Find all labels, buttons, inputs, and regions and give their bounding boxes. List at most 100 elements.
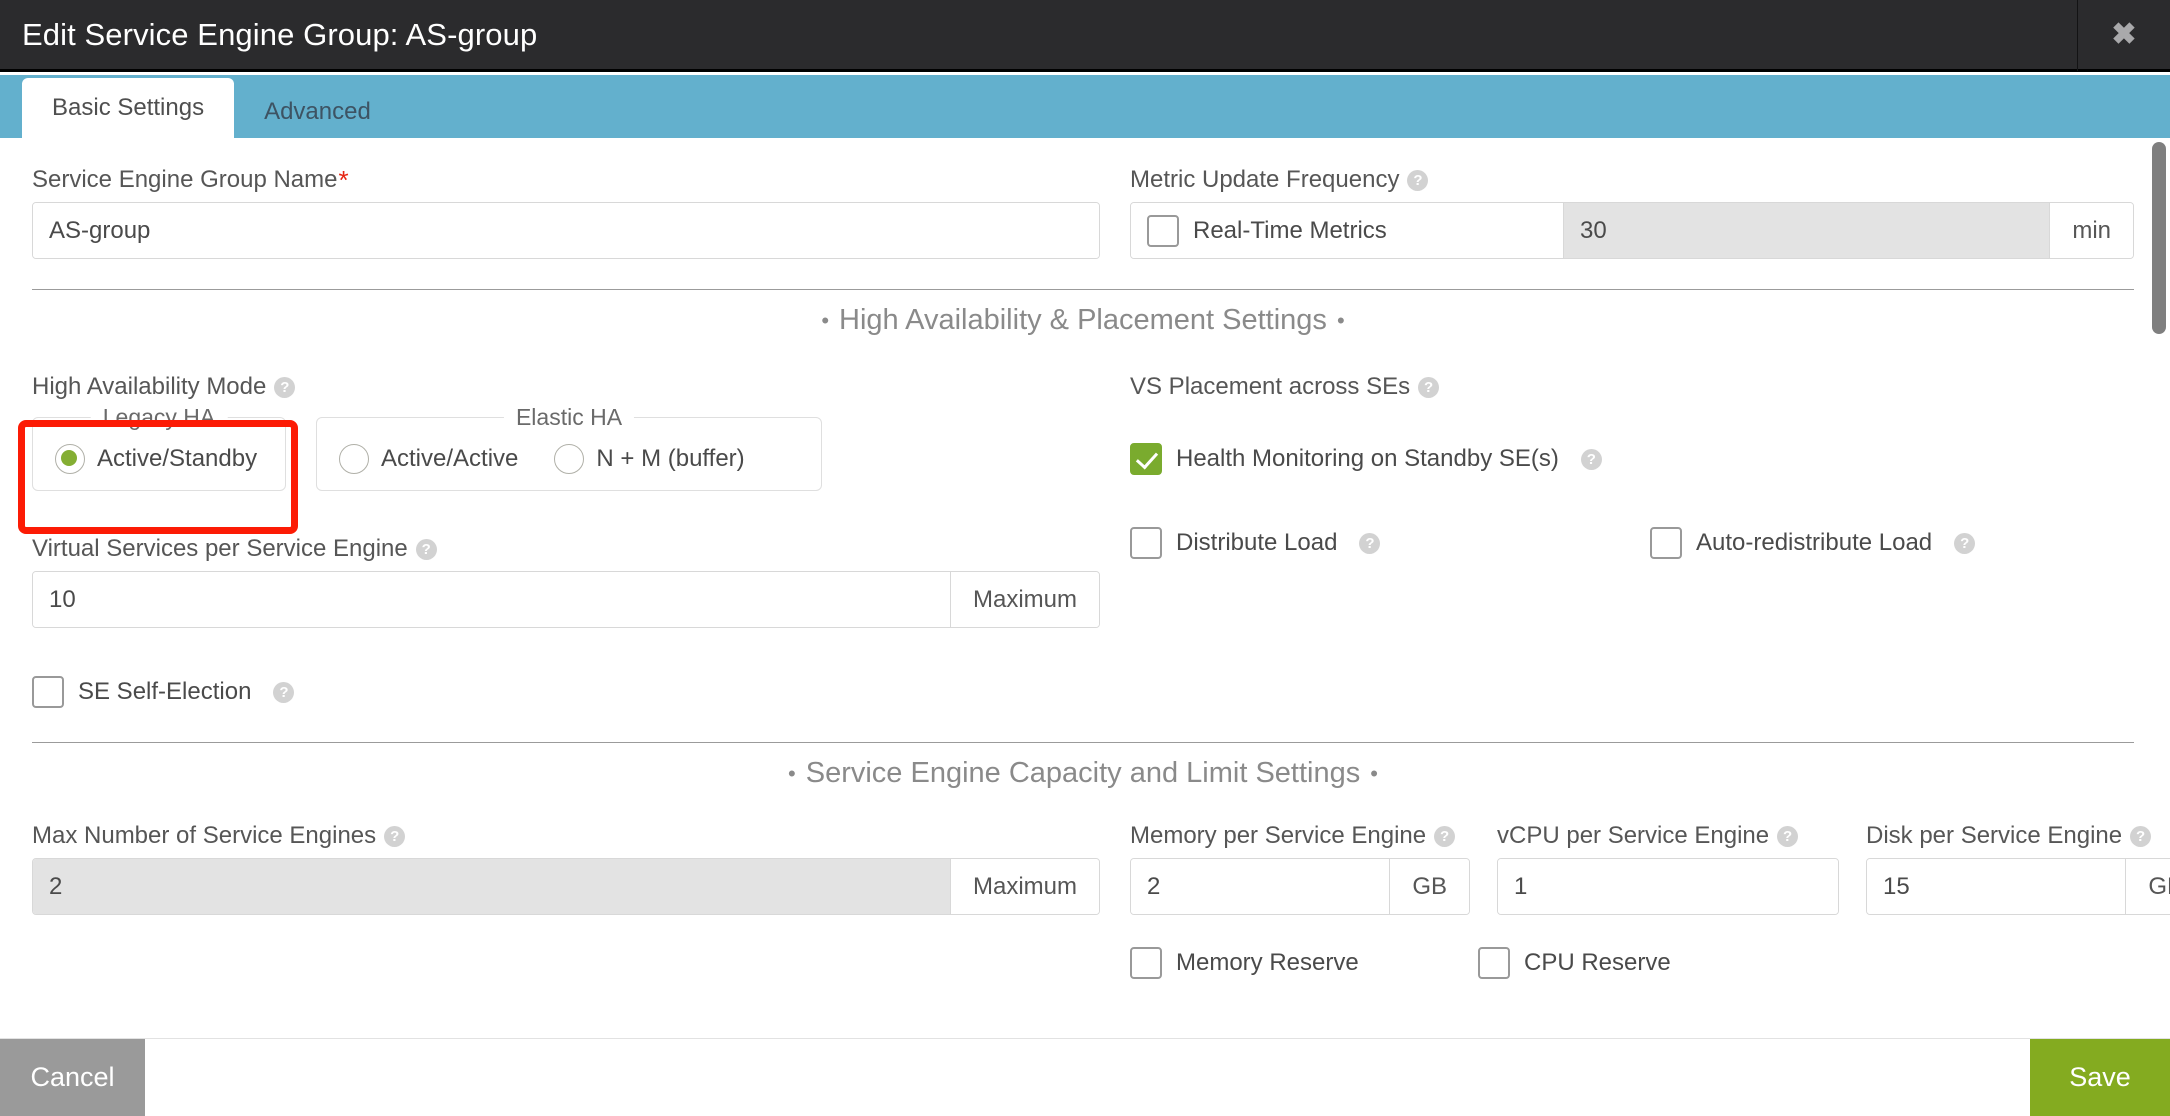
se-group-name-value[interactable]: AS-group <box>33 203 1099 258</box>
vs-per-se-value[interactable]: 10 <box>33 572 950 627</box>
radio-active-standby-control[interactable] <box>55 444 85 474</box>
metric-update-frequency-input: Real-Time Metrics 30 min <box>1130 202 2134 259</box>
section-title-ha-text: High Availability & Placement Settings <box>839 304 1327 336</box>
elastic-ha-options: Active/Active N + M (buffer) <box>339 432 799 474</box>
max-number-of-ses-label-text: Max Number of Service Engines <box>32 822 377 849</box>
memory-per-se-label: Memory per Service Engine ? <box>1130 822 1470 850</box>
section-title-capacity: • Service Engine Capacity and Limit Setti… <box>32 757 2134 790</box>
footer-spacer <box>145 1039 2030 1116</box>
memory-reserve-label: Memory Reserve <box>1176 949 1359 976</box>
real-time-metrics-toggle[interactable]: Real-Time Metrics <box>1131 203 1563 258</box>
radio-active-standby[interactable]: Active/Standby <box>55 444 257 474</box>
radio-active-active-control[interactable] <box>339 444 369 474</box>
health-monitoring-label: Health Monitoring on Standby SE(s) <box>1176 445 1559 472</box>
health-monitoring-checkbox[interactable] <box>1130 443 1162 475</box>
disk-per-se-group: Disk per Service Engine ? 15 GB <box>1866 822 2170 915</box>
modal-footer: Cancel Save <box>0 1038 2170 1116</box>
bullet-right-icon: • <box>1370 761 1378 787</box>
row-ha-and-placement: High Availability Mode ? Legacy HA Activ… <box>32 351 2134 708</box>
metric-update-frequency-label-text: Metric Update Frequency <box>1130 166 1400 193</box>
radio-n-plus-m-buffer-label: N + M (buffer) <box>596 445 745 472</box>
ha-mode-label: High Availability Mode ? <box>32 373 1100 401</box>
vs-per-se-label-text: Virtual Services per Service Engine <box>32 535 408 562</box>
auto-redistribute-load-label: Auto-redistribute Load <box>1696 529 1933 556</box>
max-number-of-ses-value[interactable]: 2 <box>33 859 950 914</box>
distribute-load-row[interactable]: Distribute Load ? <box>1130 527 1650 559</box>
row-name-and-metrics: Service Engine Group Name * AS-group Metr… <box>32 138 2134 259</box>
real-time-metrics-checkbox[interactable] <box>1147 214 1179 247</box>
load-options-row: Distribute Load ? Auto-redistribute Load… <box>1130 527 2134 559</box>
radio-n-plus-m-buffer[interactable]: N + M (buffer) <box>554 444 745 474</box>
max-number-of-ses-input[interactable]: 2 Maximum <box>32 858 1100 915</box>
vcpu-per-se-input[interactable]: 1 <box>1497 858 1839 915</box>
radio-n-plus-m-buffer-control[interactable] <box>554 444 585 474</box>
vcpu-per-se-value[interactable]: 1 <box>1498 859 1838 914</box>
se-group-name-label-text: Service Engine Group Name <box>32 166 338 193</box>
se-self-election-row[interactable]: SE Self-Election ? <box>32 676 1100 708</box>
legacy-ha-legend: Legacy HA <box>90 404 228 431</box>
disk-per-se-input[interactable]: 15 GB <box>1866 858 2170 915</box>
scrollbar-thumb[interactable] <box>2152 142 2166 334</box>
help-icon[interactable]: ? <box>274 376 296 398</box>
metric-update-frequency-value[interactable]: 30 <box>1563 203 2050 258</box>
ha-mode-label-text: High Availability Mode <box>32 373 267 400</box>
section-divider-capacity: • Service Engine Capacity and Limit Setti… <box>32 742 2134 804</box>
metric-update-frequency-unit: min <box>2049 203 2133 258</box>
per-se-resources-group: Memory per Service Engine ? 2 GB vCPU pe… <box>1100 822 2170 979</box>
metric-update-frequency-label: Metric Update Frequency ? <box>1130 166 2134 194</box>
ha-mode-fieldsets: Legacy HA Active/Standby Elastic HA Acti… <box>32 404 1100 491</box>
help-icon[interactable]: ? <box>273 681 295 703</box>
auto-redistribute-load-checkbox[interactable] <box>1650 527 1682 559</box>
help-icon[interactable]: ? <box>1418 376 1440 398</box>
metric-update-frequency-group: Metric Update Frequency ? Real-Time Metr… <box>1100 166 2134 259</box>
distribute-load-label: Distribute Load <box>1176 529 1338 556</box>
distribute-load-checkbox[interactable] <box>1130 527 1162 559</box>
row-capacity: Max Number of Service Engines ? 2 Maximu… <box>32 804 2170 979</box>
vs-per-se-label: Virtual Services per Service Engine ? <box>32 535 1100 563</box>
disk-per-se-label: Disk per Service Engine ? <box>1866 822 2170 850</box>
elastic-ha-legend: Elastic HA <box>503 404 635 431</box>
reserve-options-row: Memory Reserve CPU Reserve <box>1130 947 2170 979</box>
cpu-reserve-row[interactable]: CPU Reserve <box>1478 947 1671 979</box>
help-icon[interactable]: ? <box>1954 532 1976 554</box>
cpu-reserve-checkbox[interactable] <box>1478 947 1510 979</box>
help-icon[interactable]: ? <box>1359 532 1381 554</box>
help-icon[interactable]: ? <box>1407 169 1429 191</box>
vs-placement-label-text: VS Placement across SEs <box>1130 373 1411 400</box>
radio-active-active[interactable]: Active/Active <box>339 444 518 474</box>
form-scroll-area: Service Engine Group Name * AS-group Metr… <box>0 138 2170 1038</box>
vs-per-se-input[interactable]: 10 Maximum <box>32 571 1100 628</box>
memory-per-se-input[interactable]: 2 GB <box>1130 858 1470 915</box>
legacy-ha-options: Active/Standby <box>55 432 263 474</box>
disk-per-se-value[interactable]: 15 <box>1867 859 2126 914</box>
disk-per-se-label-text: Disk per Service Engine <box>1866 822 2123 849</box>
se-self-election-checkbox[interactable] <box>32 676 64 708</box>
required-marker: * <box>338 165 349 195</box>
se-group-name-group: Service Engine Group Name * AS-group <box>32 166 1100 259</box>
se-group-name-input[interactable]: AS-group <box>32 202 1100 259</box>
save-button[interactable]: Save <box>2030 1039 2170 1116</box>
health-monitoring-row[interactable]: Health Monitoring on Standby SE(s) ? <box>1130 443 2134 475</box>
vcpu-per-se-label-text: vCPU per Service Engine <box>1497 822 1770 849</box>
memory-per-se-label-text: Memory per Service Engine <box>1130 822 1427 849</box>
memory-reserve-row[interactable]: Memory Reserve <box>1130 947 1478 979</box>
tab-advanced[interactable]: Advanced <box>234 86 401 138</box>
memory-reserve-checkbox[interactable] <box>1130 947 1162 979</box>
help-icon[interactable]: ? <box>1580 448 1602 470</box>
cancel-button[interactable]: Cancel <box>0 1039 145 1116</box>
vcpu-per-se-group: vCPU per Service Engine ? 1 <box>1497 822 1839 915</box>
radio-active-active-label: Active/Active <box>381 445 519 472</box>
help-icon[interactable]: ? <box>1434 825 1456 847</box>
auto-redistribute-load-row[interactable]: Auto-redistribute Load ? <box>1650 527 1976 559</box>
modal-titlebar: Edit Service Engine Group: AS-group ✖ <box>0 0 2170 72</box>
tab-basic-settings[interactable]: Basic Settings <box>22 78 235 138</box>
memory-per-se-value[interactable]: 2 <box>1131 859 1390 914</box>
help-icon[interactable]: ? <box>1777 825 1799 847</box>
radio-active-standby-label: Active/Standby <box>97 445 258 472</box>
page-title: Edit Service Engine Group: AS-group <box>22 16 538 52</box>
close-icon[interactable]: ✖ <box>2077 0 2170 71</box>
vertical-scrollbar[interactable] <box>2148 138 2170 1038</box>
help-icon[interactable]: ? <box>384 825 406 847</box>
help-icon[interactable]: ? <box>415 538 437 560</box>
legacy-ha-fieldset: Legacy HA Active/Standby <box>32 404 286 491</box>
